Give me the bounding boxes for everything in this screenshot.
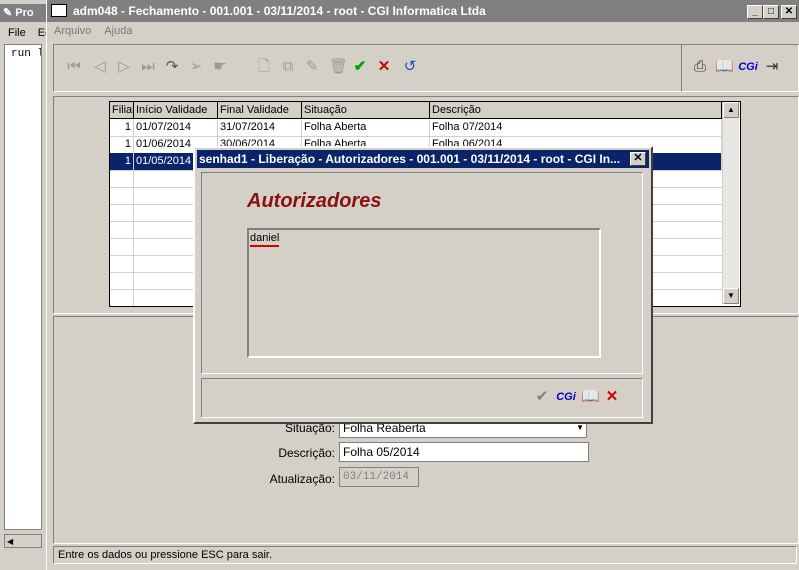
background-menubar: File Ed	[0, 24, 46, 42]
first-record-icon[interactable]: ⏮	[65, 58, 83, 76]
cell-descricao: Folha 07/2014	[430, 119, 722, 136]
edit-icon[interactable]: ✎	[303, 58, 321, 76]
main-window-title: adm048 - Fechamento - 001.001 - 03/11/20…	[73, 4, 486, 18]
atualizacao-label: Atualização:	[269, 472, 335, 486]
window-icon	[51, 4, 67, 17]
scroll-down-icon[interactable]: ▼	[723, 288, 739, 304]
exit-icon[interactable]: ⇥	[763, 58, 781, 76]
menu-file[interactable]: File	[8, 27, 26, 39]
menu-ajuda[interactable]: Ajuda	[104, 25, 132, 37]
cgi-logo-button[interactable]: CGi	[555, 388, 577, 406]
cell-filial: 1	[110, 136, 134, 153]
app-icon: ✎	[3, 7, 13, 19]
cell-filial: 1	[110, 119, 134, 136]
menu-arquivo[interactable]: Arquivo	[54, 25, 91, 37]
status-bar: Entre os dados ou pressione ESC para sai…	[53, 546, 797, 564]
next-record-icon[interactable]: ▷	[115, 58, 133, 76]
column-header-final[interactable]: Final Validade	[218, 102, 302, 119]
cgi-logo-button[interactable]: CGi	[737, 58, 759, 76]
menu-edit[interactable]: Ed	[38, 27, 46, 39]
cell-final: 31/07/2014	[218, 119, 302, 136]
scroll-up-icon[interactable]: ▲	[723, 102, 739, 118]
code-editor[interactable]: run l	[4, 44, 42, 530]
column-header-situacao[interactable]: Situação	[302, 102, 430, 119]
cell-filial: 1	[110, 153, 134, 170]
help-book-icon[interactable]: 📖	[715, 58, 734, 76]
cell-inicio: 01/07/2014	[134, 119, 218, 136]
search-icon[interactable]: ☛	[211, 58, 229, 76]
send-icon[interactable]: ➢	[187, 58, 205, 76]
column-header-inicio[interactable]: Início Validade	[134, 102, 218, 119]
new-icon[interactable]: 🗋	[255, 58, 273, 76]
print-icon[interactable]: ⎙	[691, 58, 709, 76]
dialog-title: senhad1 - Liberação - Autorizadores - 00…	[199, 152, 621, 166]
main-window-titlebar[interactable]: adm048 - Fechamento - 001.001 - 03/11/20…	[47, 0, 799, 22]
column-header-descricao[interactable]: Descrição	[430, 102, 722, 119]
dialog-titlebar[interactable]: senhad1 - Liberação - Autorizadores - 00…	[197, 150, 649, 168]
background-window-titlebar[interactable]: ✎ Pro	[0, 4, 46, 22]
dialog-close-button[interactable]: ✕	[630, 152, 646, 166]
atualizacao-field: 03/11/2014	[339, 467, 419, 487]
main-menubar: Arquivo Ajuda	[47, 22, 799, 40]
descricao-field[interactable]: Folha 05/2014	[339, 442, 589, 462]
table-row[interactable]: 1 01/07/2014 31/07/2014 Folha Aberta Fol…	[110, 119, 722, 137]
descricao-label: Descrição:	[278, 446, 335, 460]
help-book-icon[interactable]: 📖	[581, 388, 600, 406]
close-button[interactable]: ✕	[781, 5, 797, 19]
autorizadores-dialog: senhad1 - Liberação - Autorizadores - 00…	[193, 146, 653, 424]
horizontal-scrollbar[interactable]: ◀	[4, 534, 42, 548]
confirm-icon[interactable]: ✔	[533, 388, 551, 406]
scroll-left-icon[interactable]: ◀	[7, 537, 13, 546]
last-record-icon[interactable]: ⏭	[139, 58, 157, 76]
confirm-icon[interactable]: ✔	[351, 58, 369, 76]
background-window-title: Pro	[15, 7, 34, 19]
copy-icon[interactable]: ⧉	[279, 58, 297, 76]
cancel-icon[interactable]: ✕	[375, 58, 393, 76]
maximize-button[interactable]: □	[763, 5, 779, 19]
authorizers-list[interactable]: daniel	[247, 228, 601, 358]
column-header-filial[interactable]: Filial	[110, 102, 134, 119]
list-item[interactable]: daniel	[250, 232, 280, 247]
vertical-scrollbar[interactable]: ▲ ▼	[722, 102, 739, 304]
background-window: ✎ Pro File Ed run l ◀	[0, 0, 47, 570]
undo-icon[interactable]: ↺	[401, 58, 419, 76]
previous-record-icon[interactable]: ◁	[91, 58, 109, 76]
goto-icon[interactable]: ↷	[163, 58, 181, 76]
cell-situacao: Folha Aberta	[302, 119, 430, 136]
cancel-icon[interactable]: ✕	[603, 388, 621, 406]
minimize-button[interactable]: _	[747, 5, 763, 19]
dialog-heading: Autorizadores	[247, 190, 382, 212]
delete-icon[interactable]: 🗑	[329, 58, 348, 76]
